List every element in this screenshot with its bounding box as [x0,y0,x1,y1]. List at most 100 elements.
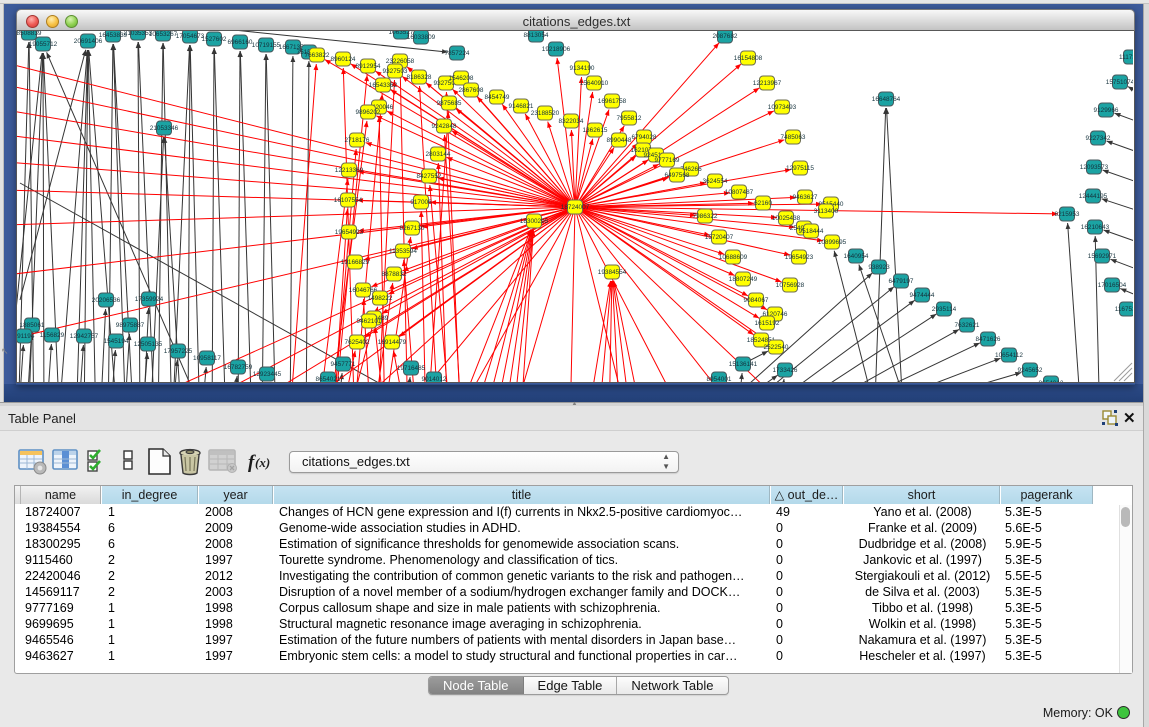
svg-text:17054673: 17054673 [176,33,205,40]
svg-text:20206536: 20206536 [92,297,121,304]
svg-text:2522540: 2522540 [764,344,789,351]
svg-text:9518444: 9518444 [799,228,824,235]
svg-text:9245652: 9245652 [1018,367,1043,374]
svg-text:2087682: 2087682 [713,33,738,40]
svg-text:8454749: 8454749 [485,94,510,101]
svg-text:8960124: 8960124 [331,56,356,63]
svg-text:23188520: 23188520 [531,110,560,117]
svg-text:16648764: 16648764 [872,96,901,103]
svg-text:6497568: 6497568 [665,172,690,179]
svg-text:9242848: 9242848 [432,123,457,130]
svg-text:2935114: 2935114 [932,306,957,313]
svg-text:1498222: 1498222 [368,295,393,302]
svg-text:6794028: 6794028 [632,134,657,141]
svg-text:10756928: 10756928 [776,282,805,289]
svg-text:16154808: 16154808 [734,55,763,62]
svg-text:16107554: 16107554 [334,197,363,204]
svg-text:10654112: 10654112 [995,352,1023,359]
svg-text:19218906: 19218906 [542,46,571,53]
svg-text:8878832: 8878832 [382,271,407,278]
svg-text:17016504: 17016504 [1098,282,1127,289]
svg-text:12942757: 12942757 [70,333,99,340]
svg-text:18724007: 18724007 [561,204,590,211]
svg-text:9474444: 9474444 [910,292,935,299]
svg-text:917006: 917006 [410,199,432,206]
svg-text:19166829: 19166829 [341,259,370,266]
svg-text:17957225: 17957225 [164,348,193,355]
svg-text:9227342: 9227342 [1086,135,1111,142]
svg-text:2867608: 2867608 [459,87,484,94]
svg-text:12444195: 12444195 [1079,193,1108,200]
svg-text:8654012: 8654012 [1039,380,1064,383]
svg-text:1546208: 1546208 [449,75,474,82]
svg-text:15640910: 15640910 [580,80,609,87]
svg-text:10719155: 10719155 [252,42,281,49]
svg-text:1615192: 1615192 [755,320,780,327]
svg-text:1362615: 1362615 [583,127,608,134]
svg-text:10958117: 10958117 [193,355,221,362]
svg-text:8654021: 8654021 [316,376,341,383]
svg-text:7632621: 7632621 [955,322,980,329]
svg-text:3624554: 3624554 [703,178,728,185]
svg-text:8471626: 8471626 [976,336,1001,343]
svg-text:11353594: 11353594 [389,248,417,255]
svg-text:9084067: 9084067 [744,297,769,304]
svg-text:1885061: 1885061 [20,322,45,329]
svg-text:16033809: 16033809 [407,34,436,41]
svg-text:1640954: 1640954 [844,253,869,260]
svg-text:1117340: 1117340 [1119,54,1133,61]
svg-text:15692971: 15692971 [1088,253,1117,260]
svg-text:9457771: 9457771 [331,361,356,368]
svg-text:8322034: 8322034 [559,118,584,125]
svg-text:9146821: 9146821 [509,103,534,110]
svg-text:8912954: 8912954 [356,63,381,70]
svg-text:9875685: 9875685 [437,100,462,107]
svg-text:7485063: 7485063 [781,134,806,141]
svg-text:9463627: 9463627 [793,194,818,201]
svg-text:1156829: 1156829 [40,332,65,339]
svg-text:7663822: 7663822 [305,52,330,59]
svg-text:19384554: 19384554 [598,269,627,276]
svg-text:20691406: 20691406 [74,38,103,45]
svg-text:8186328: 8186328 [407,74,432,81]
svg-text:2803144: 2803144 [426,151,451,158]
svg-text:6479197: 6479197 [889,278,914,285]
svg-text:16210643: 16210643 [1081,224,1110,231]
svg-text:19716485: 19716485 [397,365,426,372]
svg-text:6966160: 6966160 [228,39,253,46]
svg-text:12213967: 12213967 [753,80,782,87]
svg-text:7986322: 7986322 [693,213,718,220]
svg-text:21053346: 21053346 [150,125,179,132]
svg-text:8267130: 8267130 [400,225,425,232]
svg-text:1733426: 1733426 [773,367,798,374]
svg-text:9327503: 9327503 [383,68,408,75]
svg-text:16914479: 16914479 [378,339,407,346]
svg-text:10807487: 10807487 [725,189,754,196]
svg-text:1167533: 1167533 [1115,306,1133,313]
svg-text:10688609: 10688609 [719,254,748,261]
svg-text:12213369: 12213369 [335,167,364,174]
svg-text:7955812: 7955812 [617,115,642,122]
svg-text:7857224: 7857224 [445,50,470,57]
svg-text:19654923: 19654923 [335,229,364,236]
svg-text:2718176: 2718176 [345,137,370,144]
svg-text:1527602: 1527602 [202,36,227,43]
svg-text:9129966: 9129966 [1094,107,1119,114]
svg-text:98975887: 98975887 [116,322,145,329]
svg-text:62160: 62160 [754,200,772,207]
svg-text:8508839: 8508839 [17,31,42,37]
svg-text:16543362: 16543362 [369,82,398,89]
svg-text:15720407: 15720407 [705,234,734,241]
svg-text:938923: 938923 [868,264,890,271]
svg-text:8427552: 8427552 [417,173,442,180]
svg-text:1545194: 1545194 [104,338,129,345]
svg-text:9014012: 9014012 [422,376,447,383]
svg-text:9777169: 9777169 [655,157,680,164]
svg-text:9896202: 9896202 [356,109,381,116]
svg-text:12923445: 12923445 [253,371,282,378]
svg-text:8215953: 8215953 [1055,211,1080,218]
svg-text:15751074: 15751074 [1106,79,1133,86]
svg-text:8990448: 8990448 [607,137,632,144]
svg-text:391194: 391194 [17,333,35,340]
svg-text:10973493: 10973493 [768,104,797,111]
